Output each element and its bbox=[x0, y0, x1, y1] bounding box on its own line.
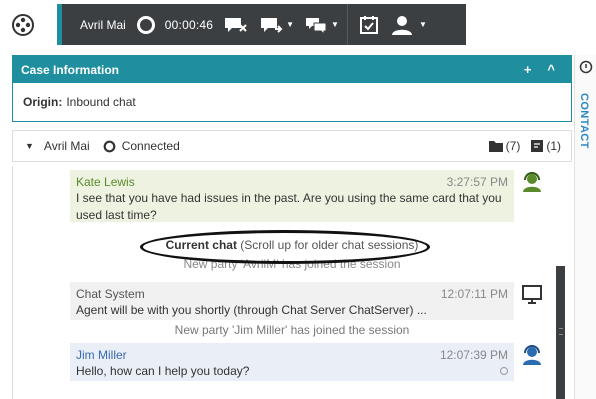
highlight-oval bbox=[140, 230, 430, 264]
party-actions-button[interactable]: ▼ bbox=[390, 4, 427, 45]
party-joined-notice: New party 'Jim Miller' has joined the se… bbox=[174, 323, 410, 337]
agent-avatar-icon bbox=[523, 345, 541, 365]
case-information-header: Case Information + ^ bbox=[13, 56, 571, 83]
folder-icon bbox=[488, 141, 503, 152]
message-sender: Chat System bbox=[76, 287, 145, 301]
message-text: Agent will be with you shortly (through … bbox=[76, 303, 427, 317]
case-information-panel: Case Information + ^ Origin: Inbound cha… bbox=[12, 55, 572, 122]
chat-message: Chat System 12:07:11 PM Agent will be wi… bbox=[70, 282, 514, 320]
case-information-title: Case Information bbox=[21, 62, 120, 77]
consult-chat-icon bbox=[306, 17, 327, 35]
message-sender: Jim Miller bbox=[76, 348, 127, 362]
end-chat-button[interactable] bbox=[223, 4, 249, 45]
transfer-chat-button[interactable]: ▼ bbox=[259, 4, 294, 45]
case-information-body: Origin: Inbound chat bbox=[13, 83, 571, 121]
top-bar: Avril Mai 00:00:46 ▼ ▼ ▼ bbox=[0, 0, 596, 52]
chevron-down-icon: ▼ bbox=[331, 20, 339, 29]
read-receipt-icon bbox=[500, 367, 508, 375]
add-case-data-button[interactable]: + bbox=[524, 62, 532, 77]
interaction-header: ▼ Avril Mai Connected (7) (1) bbox=[12, 130, 572, 162]
mark-done-button[interactable] bbox=[358, 4, 380, 45]
collapse-case-button[interactable]: ^ bbox=[547, 62, 555, 77]
chat-message: Kate Lewis 3:27:57 PM I see that you hav… bbox=[70, 170, 514, 222]
folder-count: (7) bbox=[505, 139, 521, 153]
message-text: Hello, how can I help you today? bbox=[76, 364, 250, 378]
case-history-button[interactable]: (7) bbox=[488, 139, 521, 153]
scrollbar-grip-icon[interactable] bbox=[559, 328, 563, 335]
connected-status-icon bbox=[103, 140, 116, 152]
party-actions-icon bbox=[391, 15, 412, 35]
system-monitor-icon bbox=[522, 285, 542, 304]
expand-party-icon[interactable]: ▼ bbox=[25, 141, 34, 151]
origin-label: Origin: bbox=[23, 95, 63, 109]
note-icon bbox=[531, 140, 544, 152]
party-status: Connected bbox=[121, 139, 180, 153]
chevron-down-icon: ▼ bbox=[286, 20, 295, 29]
message-text: I see that you have had issues in the pa… bbox=[76, 191, 502, 222]
consult-chat-button[interactable]: ▼ bbox=[304, 4, 339, 45]
toolbar-separator bbox=[346, 4, 348, 45]
toolbar-party-name: Avril Mai bbox=[80, 17, 126, 32]
interaction-timer: 00:00:46 bbox=[164, 17, 214, 32]
interaction-toolbar: Avril Mai 00:00:46 ▼ ▼ ▼ bbox=[57, 4, 466, 45]
transfer-chat-icon bbox=[261, 17, 283, 33]
notes-button[interactable]: (1) bbox=[530, 139, 561, 153]
message-time: 12:07:11 PM bbox=[440, 287, 508, 301]
chat-message: Jim Miller 12:07:39 PM Hello, how can I … bbox=[70, 343, 514, 381]
contact-tab[interactable]: CONTACT bbox=[578, 93, 590, 149]
message-sender: Kate Lewis bbox=[76, 175, 135, 189]
message-time: 3:27:57 PM bbox=[446, 175, 508, 189]
notes-count: (1) bbox=[546, 139, 561, 153]
status-ring-icon bbox=[136, 15, 155, 34]
app-menu-icon[interactable] bbox=[10, 12, 36, 38]
end-chat-icon bbox=[225, 17, 247, 32]
message-time: 12:07:39 PM bbox=[439, 348, 508, 362]
chat-transcript[interactable]: Kate Lewis 3:27:57 PM I see that you hav… bbox=[12, 166, 572, 399]
chevron-down-icon: ▼ bbox=[418, 20, 427, 29]
agent-avatar-icon bbox=[523, 172, 541, 192]
mark-done-icon bbox=[359, 15, 378, 34]
origin-value: Inbound chat bbox=[66, 95, 136, 109]
info-icon[interactable] bbox=[579, 60, 593, 74]
party-name[interactable]: Avril Mai bbox=[44, 139, 90, 153]
